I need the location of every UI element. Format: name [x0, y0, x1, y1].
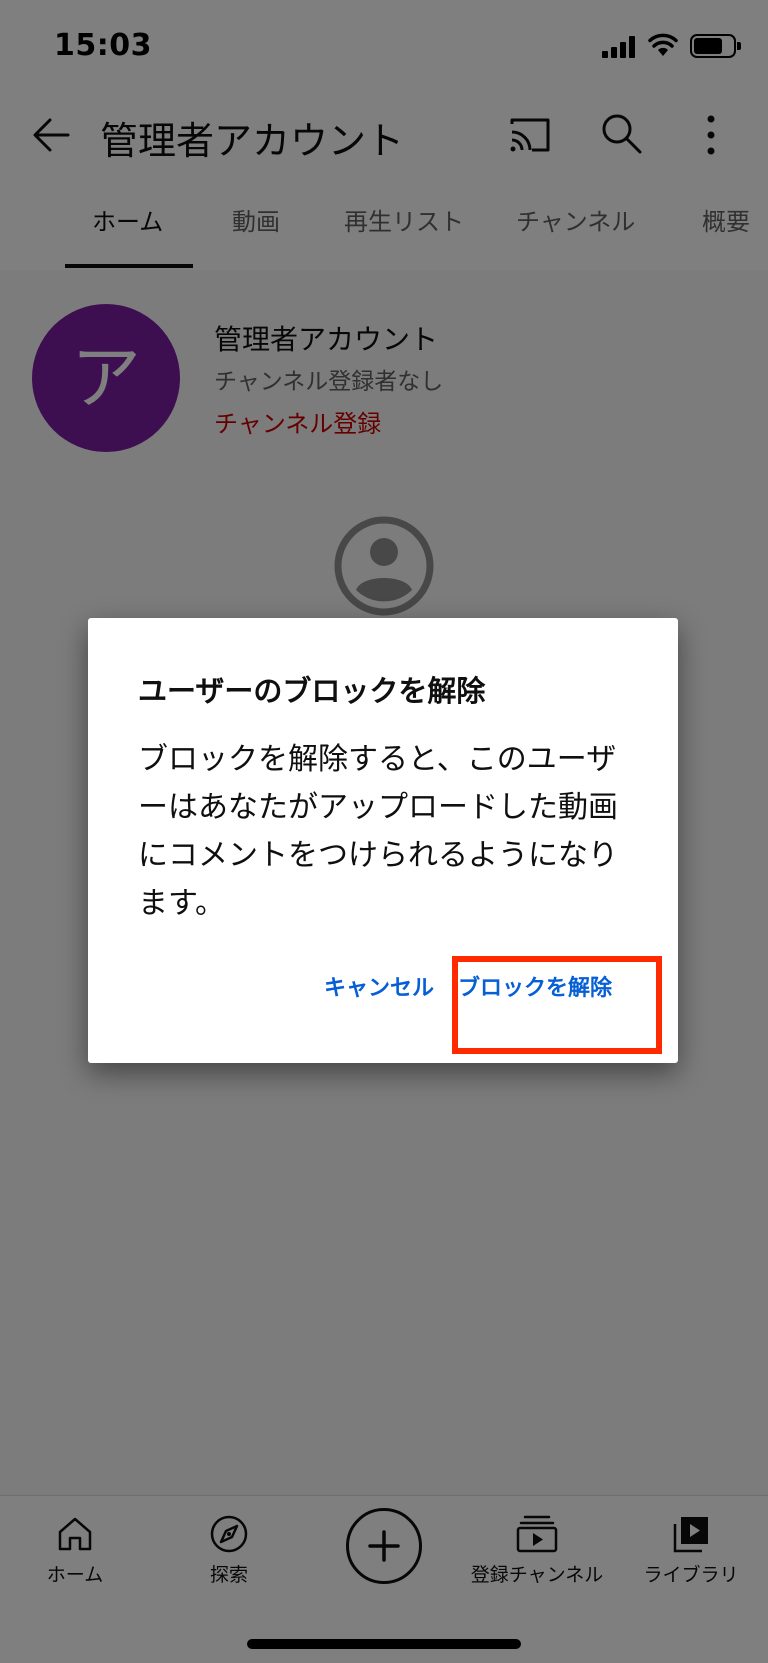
cancel-button[interactable]: キャンセル — [324, 970, 434, 1002]
dialog-message: ブロックを解除すると、このユーザーはあなたがアップロードした動画にコメントをつけ… — [138, 742, 618, 921]
dialog-title: ユーザーのブロックを解除 — [138, 674, 486, 708]
unblock-button-highlight — [452, 956, 662, 1054]
